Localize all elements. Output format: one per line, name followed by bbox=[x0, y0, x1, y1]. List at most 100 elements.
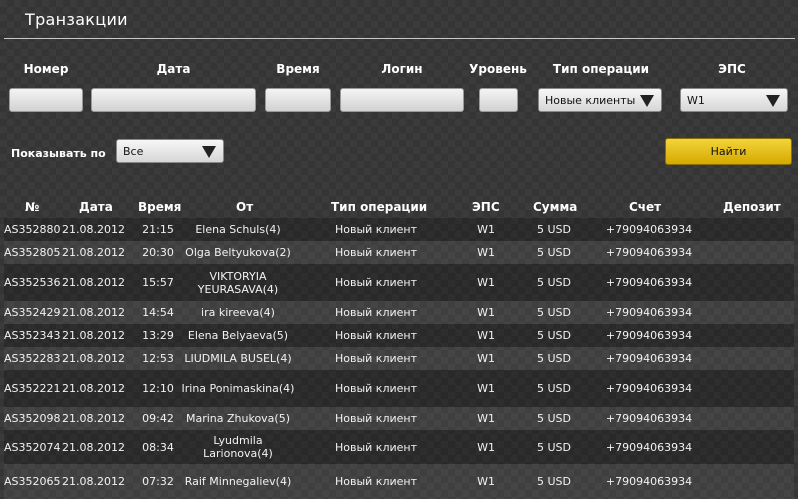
find-button[interactable]: Найти bbox=[665, 138, 792, 165]
cell-sum: 5 USD bbox=[537, 352, 571, 365]
column-header-time: Время bbox=[138, 200, 182, 214]
show-by-select[interactable]: Все bbox=[116, 139, 224, 163]
filter-label-eps: ЭПС bbox=[718, 62, 746, 76]
cell-from: VIKTORYIA YEURASAVA(4) bbox=[197, 269, 279, 296]
table-row: AS352343 21.08.2012 13:29 Elena Belyaeva… bbox=[4, 324, 794, 347]
cell-sum: 5 USD bbox=[537, 276, 571, 289]
cell-sum: 5 USD bbox=[537, 382, 571, 395]
op-type-select[interactable]: Новые клиенты bbox=[538, 88, 662, 112]
cell-time: 09:42 bbox=[142, 412, 174, 425]
table-row: AS352065 21.08.2012 07:32 Raif Minnegali… bbox=[4, 464, 794, 499]
cell-from: ira kireeva(4) bbox=[201, 306, 275, 319]
cell-date: 21.08.2012 bbox=[62, 329, 125, 342]
column-header-from: От bbox=[236, 200, 254, 214]
cell-account: +79094063934 bbox=[605, 440, 693, 454]
cell-eps: W1 bbox=[477, 412, 495, 425]
cell-from: Olga Beltyukova(2) bbox=[185, 246, 291, 259]
cell-sum: 5 USD bbox=[537, 306, 571, 319]
cell-time: 12:53 bbox=[142, 352, 174, 365]
cell-eps: W1 bbox=[477, 329, 495, 342]
cell-from: Elena Schuls(4) bbox=[195, 223, 281, 236]
op-type-select-value: Новые клиенты bbox=[545, 94, 636, 107]
cell-account: +79094063934 bbox=[605, 276, 693, 289]
date-input[interactable] bbox=[91, 88, 256, 112]
login-input[interactable] bbox=[340, 88, 464, 112]
cell-number: AS352098 bbox=[4, 412, 61, 425]
cell-number: AS352805 bbox=[4, 246, 61, 259]
cell-account: +79094063934 bbox=[605, 306, 693, 319]
cell-account: +79094063934 bbox=[605, 352, 693, 365]
cell-date: 21.08.2012 bbox=[62, 352, 125, 365]
cell-eps: W1 bbox=[477, 223, 495, 236]
cell-sum: 5 USD bbox=[537, 246, 571, 259]
cell-eps: W1 bbox=[477, 246, 495, 259]
cell-time: 08:34 bbox=[142, 440, 174, 454]
cell-from: Lyudmila Larionova(4) bbox=[203, 434, 273, 460]
table-row: AS352536 21.08.2012 15:57 VIKTORYIA YEUR… bbox=[4, 264, 794, 301]
cell-op-type: Новый клиент bbox=[334, 382, 417, 395]
column-header-deposit: Депозит bbox=[723, 200, 781, 214]
time-input[interactable] bbox=[265, 88, 331, 112]
cell-number: AS352283 bbox=[4, 352, 61, 365]
cell-account: +79094063934 bbox=[605, 329, 693, 342]
cell-from: Raif Minnegaliev(4) bbox=[184, 475, 292, 488]
cell-sum: 5 USD bbox=[537, 475, 571, 488]
cell-date: 21.08.2012 bbox=[62, 246, 125, 259]
cell-op-type: Новый клиент bbox=[334, 276, 417, 289]
cell-op-type: Новый клиент bbox=[334, 223, 417, 236]
cell-time: 14:54 bbox=[142, 306, 174, 319]
cell-time: 20:30 bbox=[142, 246, 174, 259]
cell-number: AS352536 bbox=[4, 276, 61, 289]
cell-time: 13:29 bbox=[142, 329, 174, 342]
cell-op-type: Новый клиент bbox=[334, 306, 417, 319]
chevron-down-icon bbox=[202, 146, 216, 158]
filter-label-time: Время bbox=[276, 62, 320, 76]
chevron-down-icon bbox=[640, 95, 654, 107]
title-divider bbox=[4, 38, 795, 39]
cell-from: Marina Zhukova(5) bbox=[185, 412, 291, 425]
table-row: AS352429 21.08.2012 14:54 ira kireeva(4)… bbox=[4, 301, 794, 324]
chevron-down-icon bbox=[766, 95, 780, 107]
cell-date: 21.08.2012 bbox=[62, 306, 125, 319]
table-row: AS352880 21.08.2012 21:15 Elena Schuls(4… bbox=[4, 218, 794, 241]
cell-date: 21.08.2012 bbox=[62, 223, 125, 236]
eps-select[interactable]: W1 bbox=[680, 88, 788, 112]
cell-sum: 5 USD bbox=[537, 223, 571, 236]
cell-number: AS352074 bbox=[4, 440, 61, 454]
cell-account: +79094063934 bbox=[605, 246, 693, 259]
cell-number: AS352065 bbox=[4, 475, 61, 488]
cell-number: AS352880 bbox=[4, 223, 61, 236]
number-input[interactable] bbox=[9, 88, 83, 112]
cell-eps: W1 bbox=[477, 276, 495, 289]
cell-op-type: Новый клиент bbox=[334, 246, 417, 259]
cell-eps: W1 bbox=[477, 306, 495, 319]
cell-eps: W1 bbox=[477, 440, 495, 454]
cell-from: Elena Belyaeva(5) bbox=[187, 329, 289, 342]
cell-date: 21.08.2012 bbox=[62, 440, 125, 454]
table-row: AS352098 21.08.2012 09:42 Marina Zhukova… bbox=[4, 407, 794, 430]
cell-date: 21.08.2012 bbox=[62, 412, 125, 425]
filter-label-op-type: Тип операции bbox=[552, 62, 650, 76]
cell-eps: W1 bbox=[477, 382, 495, 395]
cell-op-type: Новый клиент bbox=[334, 475, 417, 488]
cell-sum: 5 USD bbox=[537, 440, 571, 454]
filter-label-number: Номер bbox=[23, 62, 69, 76]
column-header-op-type: Тип операции bbox=[331, 200, 428, 214]
page-title: Транзакции bbox=[25, 10, 128, 29]
cell-sum: 5 USD bbox=[537, 329, 571, 342]
cell-number: AS352343 bbox=[4, 329, 61, 342]
cell-number: AS352429 bbox=[4, 306, 61, 319]
eps-select-value: W1 bbox=[687, 94, 705, 107]
cell-date: 21.08.2012 bbox=[62, 276, 125, 289]
cell-account: +79094063934 bbox=[605, 475, 693, 488]
level-input[interactable] bbox=[479, 88, 518, 112]
column-header-date: Дата bbox=[79, 200, 113, 214]
column-header-eps: ЭПС bbox=[472, 200, 500, 214]
show-by-label: Показывать по bbox=[11, 147, 106, 160]
table-row: AS352805 21.08.2012 20:30 Olga Beltyukov… bbox=[4, 241, 794, 264]
cell-op-type: Новый клиент bbox=[334, 440, 417, 454]
filter-label-level: Уровень bbox=[469, 62, 527, 76]
filter-label-login: Логин bbox=[381, 62, 423, 76]
table-row: AS352283 21.08.2012 12:53 LIUDMILA BUSEL… bbox=[4, 347, 794, 370]
cell-sum: 5 USD bbox=[537, 412, 571, 425]
